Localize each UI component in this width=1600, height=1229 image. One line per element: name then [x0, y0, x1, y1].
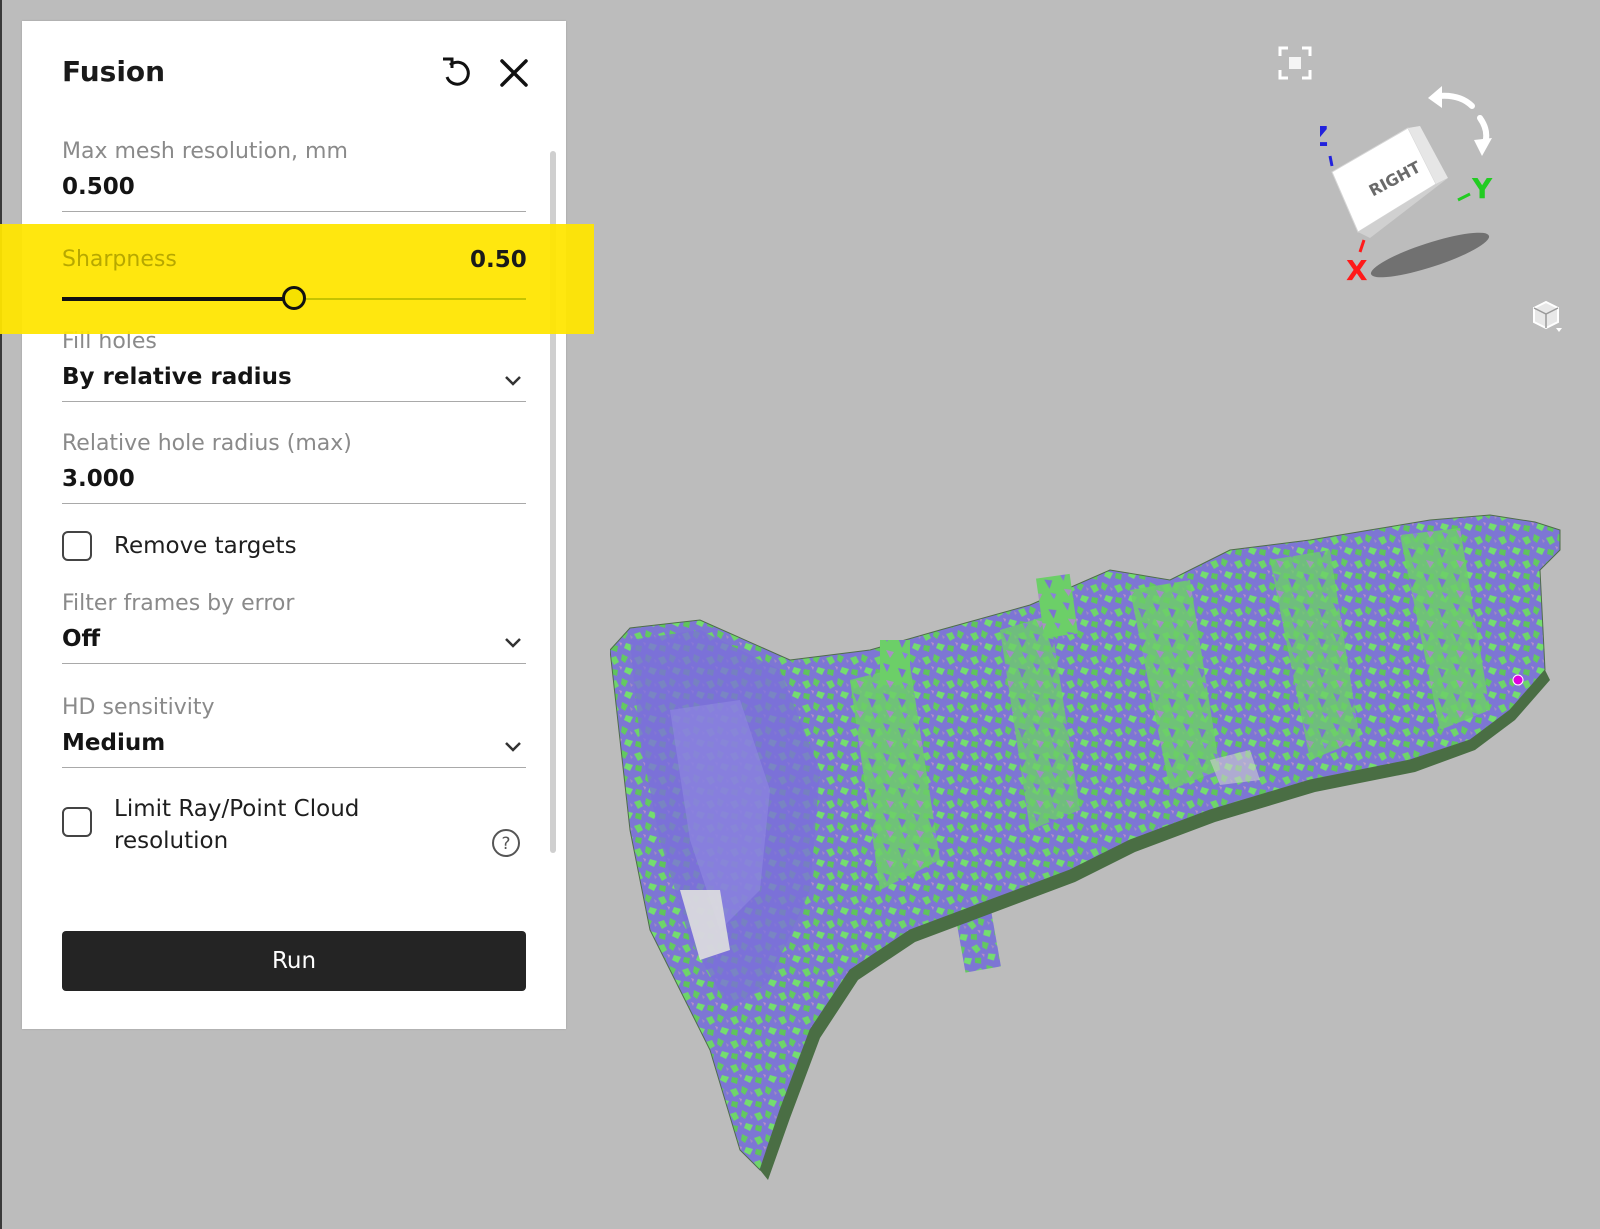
run-button[interactable]: Run: [62, 931, 526, 991]
relative-hole-radius-label: Relative hole radius (max): [62, 431, 352, 456]
axis-z-label: Z: [1320, 120, 1328, 153]
scanned-mesh-model[interactable]: [610, 510, 1590, 1190]
limit-ray-checkbox[interactable]: [62, 807, 92, 837]
remove-targets-checkbox[interactable]: [62, 531, 92, 561]
field-underline: [62, 767, 526, 768]
relative-hole-radius-value[interactable]: 3.000: [62, 466, 526, 492]
sharpness-slider-fill: [62, 297, 294, 301]
field-underline: [62, 503, 526, 504]
window-left-edge: [0, 0, 2, 1229]
axis-x-label: X: [1346, 254, 1368, 287]
filter-frames-value: Off: [62, 626, 101, 652]
relative-hole-radius-field[interactable]: Relative hole radius (max) 3.000: [62, 431, 526, 505]
max-mesh-resolution-field[interactable]: Max mesh resolution, mm 0.500: [62, 139, 526, 213]
limit-ray-label-line2: resolution: [114, 828, 229, 854]
sharpness-value: 0.50: [470, 247, 527, 273]
panel-title: Fusion: [62, 55, 166, 88]
svg-text:?: ?: [501, 834, 510, 854]
max-mesh-resolution-label: Max mesh resolution, mm: [62, 139, 348, 164]
axis-y-label: Y: [1471, 172, 1493, 205]
filter-frames-select[interactable]: Filter frames by error Off: [62, 591, 526, 665]
reset-icon[interactable]: [438, 55, 474, 91]
sharpness-label: Sharpness: [62, 247, 177, 272]
limit-ray-label-line1: Limit Ray/Point Cloud: [114, 796, 360, 822]
view-cube-icon[interactable]: [1530, 298, 1564, 334]
help-icon[interactable]: ?: [490, 827, 522, 859]
field-underline: [62, 401, 526, 402]
focus-icon[interactable]: [1278, 46, 1312, 80]
hd-sensitivity-label: HD sensitivity: [62, 695, 215, 720]
orientation-gizmo[interactable]: RIGHT Z Y X: [1308, 80, 1560, 300]
field-underline: [62, 211, 526, 212]
field-underline: [62, 663, 526, 664]
fill-holes-value: By relative radius: [62, 364, 292, 390]
chevron-down-icon: [505, 638, 521, 648]
remove-targets-label[interactable]: Remove targets: [114, 533, 297, 559]
filter-frames-label: Filter frames by error: [62, 591, 295, 616]
sharpness-slider-thumb[interactable]: [282, 286, 306, 310]
sharpness-highlight: [0, 224, 594, 334]
fusion-panel: Fusion Max mesh resolution, mm 0.500 Fil…: [22, 21, 566, 1029]
close-icon[interactable]: [496, 55, 532, 91]
hd-sensitivity-select[interactable]: HD sensitivity Medium: [62, 695, 526, 769]
chevron-down-icon: [505, 376, 521, 386]
hd-sensitivity-value: Medium: [62, 730, 166, 756]
chevron-down-icon: [505, 742, 521, 752]
max-mesh-resolution-value[interactable]: 0.500: [62, 174, 526, 200]
fill-holes-select[interactable]: Fill holes By relative radius: [62, 329, 526, 403]
limit-ray-label[interactable]: Limit Ray/Point Cloud resolution: [114, 793, 359, 857]
